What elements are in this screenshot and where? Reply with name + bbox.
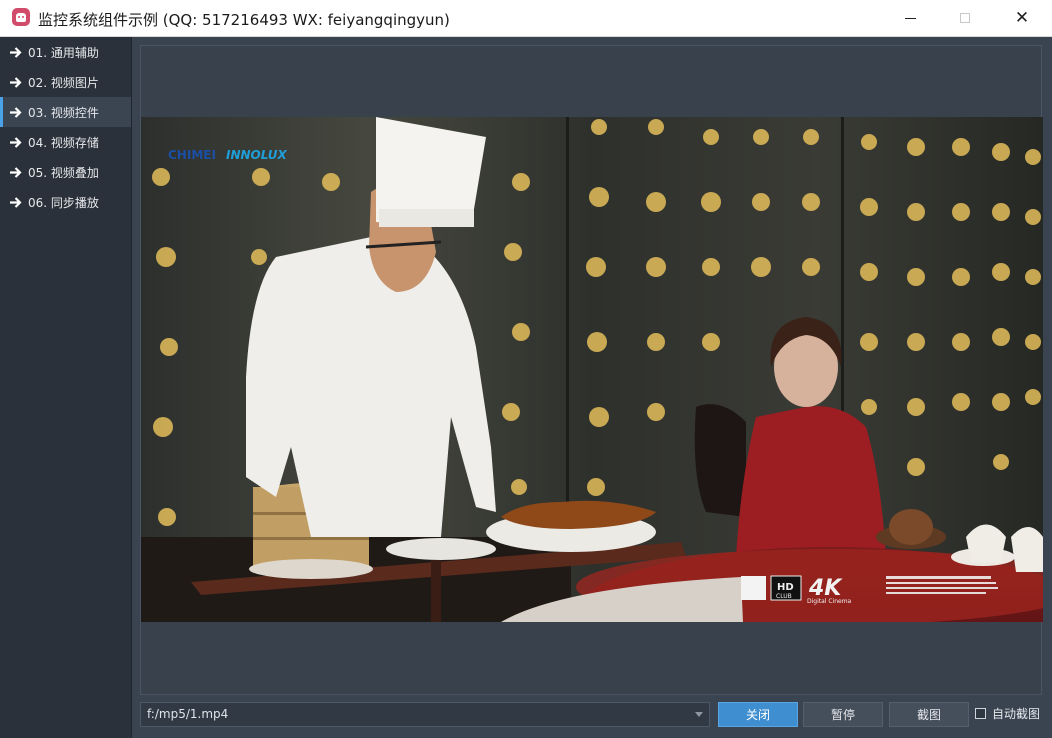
arrow-right-icon (10, 196, 24, 208)
close-window-button[interactable]: ✕ (994, 0, 1050, 36)
snapshot-button[interactable]: 截图 (889, 702, 969, 727)
hd-club-text: CLUB (776, 593, 792, 600)
app-icon (12, 8, 30, 26)
logo-chimei: CHIMEI (168, 148, 216, 162)
sidebar-item-video-overlay[interactable]: 05. 视频叠加 (0, 157, 131, 187)
sidebar-item-label: 03. 视频控件 (28, 105, 99, 120)
sidebar-item-label: 05. 视频叠加 (28, 165, 99, 180)
sidebar-item-label: 01. 通用辅助 (28, 45, 99, 60)
sidebar-item-video-storage[interactable]: 04. 视频存储 (0, 127, 131, 157)
video-frame-image: CHIMEI INNOLUX HD CLUB 4K Digital Cinema (141, 117, 1043, 622)
sidebar-item-sync-play[interactable]: 06. 同步播放 (0, 187, 131, 217)
video-path-combobox[interactable]: f:/mp5/1.mp4 (140, 702, 710, 727)
minimize-icon (904, 17, 916, 19)
minimize-button[interactable] (882, 0, 938, 36)
pause-button[interactable]: 暂停 (803, 702, 883, 727)
arrow-right-icon (10, 106, 24, 118)
sidebar-item-general[interactable]: 01. 通用辅助 (0, 37, 131, 67)
arrow-right-icon (10, 76, 24, 88)
sidebar-item-label: 06. 同步播放 (28, 195, 99, 210)
digital-cinema-text: Digital Cinema (807, 598, 852, 605)
video-display[interactable]: CHIMEI INNOLUX HD CLUB 4K Digital Cinema (141, 117, 1043, 622)
arrow-right-icon (10, 46, 24, 58)
sidebar-item-label: 04. 视频存储 (28, 135, 99, 150)
close-icon: ✕ (1014, 7, 1030, 28)
title-bar: 监控系统组件示例 (QQ: 517216493 WX: feiyangqingy… (0, 0, 1052, 37)
chevron-down-icon[interactable] (695, 712, 703, 717)
arrow-right-icon (10, 166, 24, 178)
sidebar-item-label: 02. 视频图片 (28, 75, 99, 90)
sidebar: 01. 通用辅助 02. 视频图片 03. 视频控件 04. 视频存储 05. … (0, 37, 132, 738)
maximize-button[interactable] (937, 0, 993, 36)
window-title: 监控系统组件示例 (QQ: 517216493 WX: feiyangqingy… (38, 11, 450, 29)
main-panel: CHIMEI INNOLUX HD CLUB 4K Digital Cinema… (132, 37, 1052, 738)
sidebar-item-video-image[interactable]: 02. 视频图片 (0, 67, 131, 97)
auto-snapshot-checkbox[interactable]: 自动截图 (975, 705, 1040, 722)
hd-badge-text: HD (777, 582, 794, 593)
arrow-right-icon (10, 136, 24, 148)
sidebar-item-video-control[interactable]: 03. 视频控件 (0, 97, 131, 127)
maximize-icon (960, 13, 970, 23)
checkbox-icon[interactable] (975, 708, 986, 719)
auto-snapshot-label: 自动截图 (992, 707, 1041, 721)
logo-innolux: INNOLUX (226, 148, 287, 162)
close-video-button[interactable]: 关闭 (718, 702, 798, 727)
video-path-value: f:/mp5/1.mp4 (147, 707, 229, 721)
control-bar: f:/mp5/1.mp4 关闭 暂停 截图 自动截图 (132, 700, 1052, 738)
